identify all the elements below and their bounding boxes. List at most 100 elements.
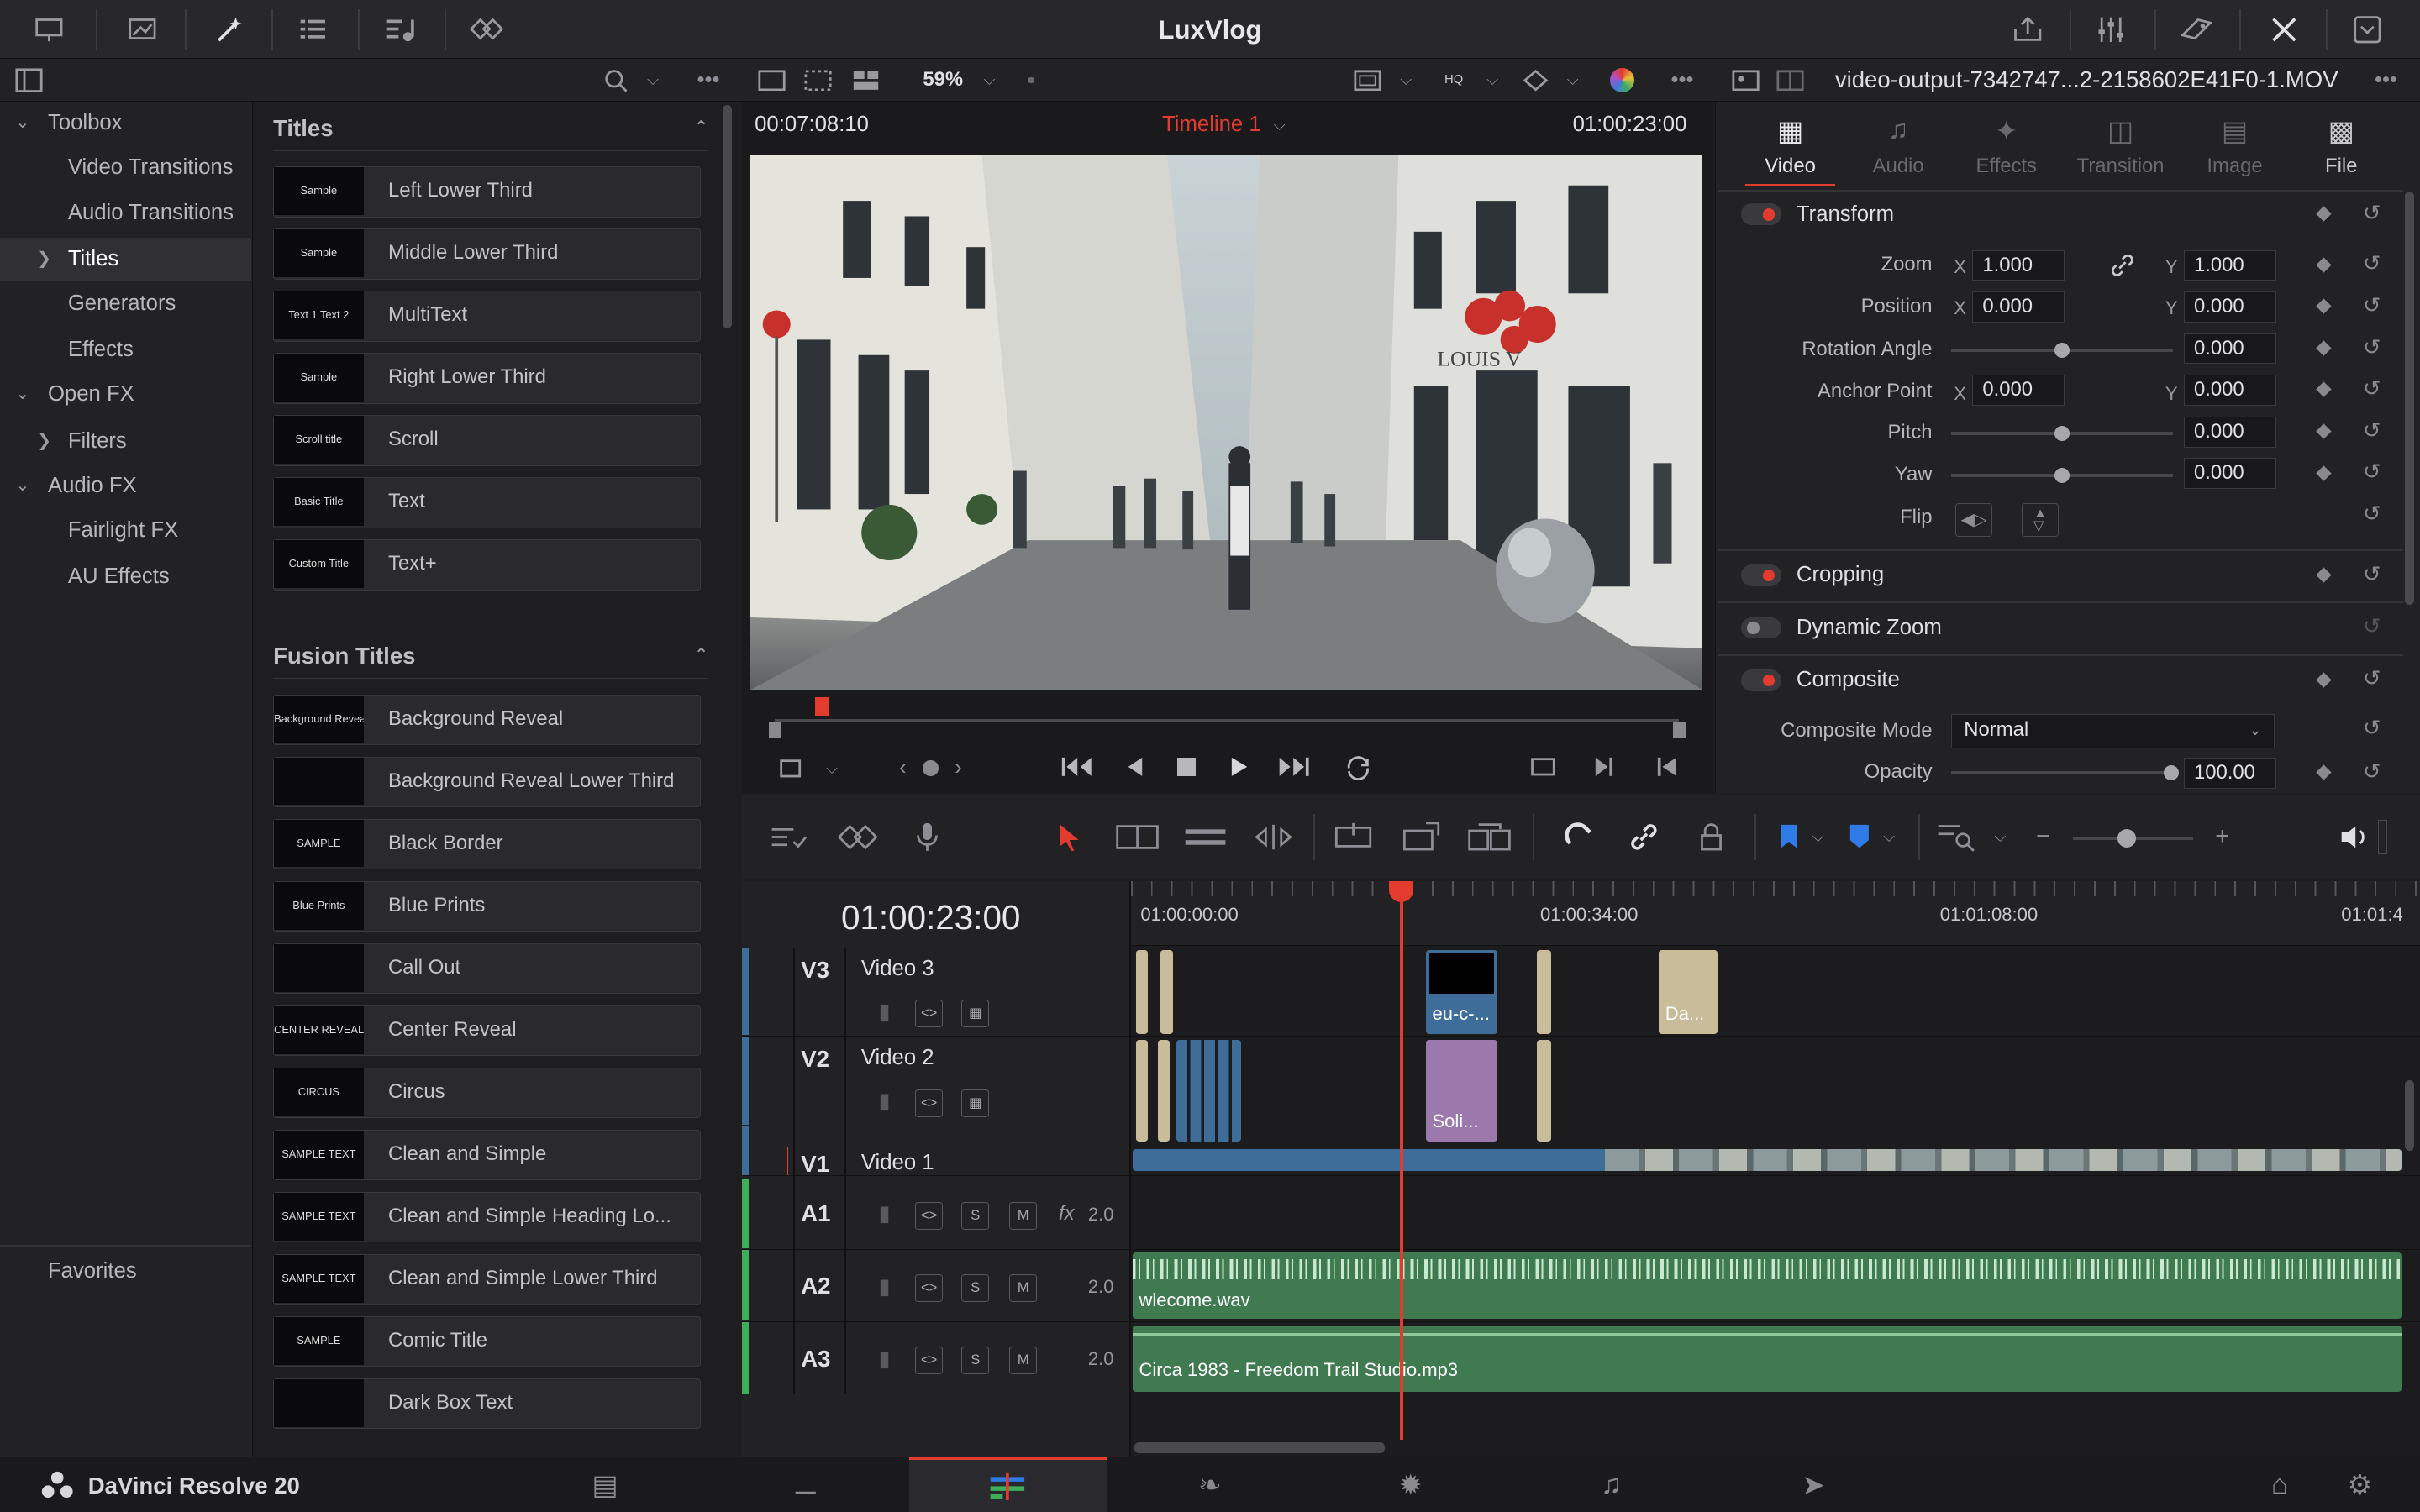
next-arrow-icon[interactable]: › xyxy=(948,753,970,784)
cropping-title[interactable]: Cropping xyxy=(1797,563,1884,587)
scrub-bar[interactable] xyxy=(775,718,1680,722)
chevron-down-icon[interactable]: ⌵ xyxy=(1989,820,2011,853)
trim-edit-icon[interactable] xyxy=(1113,820,1162,853)
reset-icon[interactable]: ↺ xyxy=(2363,251,2381,276)
titles-section-header[interactable]: Titles ⌃ xyxy=(273,105,709,151)
selection-cursor-icon[interactable] xyxy=(1051,820,1088,853)
yaw-field[interactable]: 0.000 xyxy=(2183,458,2277,490)
title-clip[interactable]: Da... xyxy=(1659,950,1718,1034)
mute-button[interactable]: M xyxy=(1009,1274,1038,1303)
stop-icon[interactable] xyxy=(1170,750,1203,784)
disable-track-icon[interactable]: ▦ xyxy=(961,1000,990,1028)
title-item[interactable]: Scroll title Scroll xyxy=(273,415,701,467)
flip-vertical-icon[interactable]: ▲ ▽ xyxy=(2022,502,2060,538)
deliver-page-icon[interactable]: ➤ xyxy=(1715,1457,1912,1512)
title-item[interactable]: Custom Title Text+ xyxy=(273,539,701,591)
chevron-down-icon[interactable]: ⌵ xyxy=(1269,113,1291,137)
main-video-clip[interactable] xyxy=(1133,1149,2402,1172)
dot-icon[interactable] xyxy=(923,760,939,776)
more-options-icon[interactable]: ••• xyxy=(2369,65,2402,96)
title-item[interactable]: Text 1 Text 2 MultiText xyxy=(273,291,701,342)
tab-file[interactable]: ▩ File xyxy=(2287,114,2396,178)
media-page-icon[interactable]: ▤ xyxy=(506,1457,703,1512)
tree-generators[interactable]: Generators xyxy=(0,282,251,325)
disable-track-icon[interactable]: ▦ xyxy=(961,1089,990,1117)
timeline-ruler[interactable]: 01:00:00:00 01:00:34:00 01:01:08:00 01:0… xyxy=(1131,880,2420,946)
zoom-y-field[interactable]: 1.000 xyxy=(2183,249,2277,281)
chevron-down-icon[interactable]: ⌵ xyxy=(1807,820,1829,853)
prev-edit-icon[interactable] xyxy=(1651,750,1682,784)
skip-end-icon[interactable] xyxy=(1275,750,1312,784)
hq-icon[interactable]: HQ xyxy=(1435,65,1472,96)
replace-clip-icon[interactable] xyxy=(1465,820,1514,853)
out-point-marker[interactable] xyxy=(1672,722,1686,738)
reset-icon[interactable]: ↺ xyxy=(2363,501,2381,527)
microphone-icon[interactable] xyxy=(909,820,946,853)
transform-title[interactable]: Transform xyxy=(1797,202,1894,227)
timeline-playhead[interactable] xyxy=(1399,887,1403,1440)
solid-color-clip[interactable]: Soli... xyxy=(1426,1039,1497,1142)
marker-icon[interactable] xyxy=(1844,820,1876,853)
inspector-icon[interactable] xyxy=(2264,13,2304,46)
effects-layer-icon[interactable] xyxy=(835,820,885,853)
tree-favorites[interactable]: Favorites xyxy=(0,1250,251,1293)
insert-clip-icon[interactable] xyxy=(1328,820,1378,853)
auto-select-icon[interactable]: <> xyxy=(915,1089,944,1117)
title-clip[interactable] xyxy=(1135,950,1149,1034)
title-item[interactable]: CENTER REVEAL Center Reveal xyxy=(273,1005,701,1057)
tab-video[interactable]: ▦ Video xyxy=(1736,114,1844,178)
layout-icon[interactable] xyxy=(849,65,882,96)
yaw-slider-knob[interactable] xyxy=(2054,467,2070,483)
reset-icon[interactable]: ↺ xyxy=(2363,614,2381,639)
search-icon[interactable] xyxy=(599,65,633,96)
chevron-down-icon[interactable]: ⌵ xyxy=(976,65,1003,96)
lock-icon[interactable]: ▮ xyxy=(872,1202,897,1226)
viewer-size-icon[interactable] xyxy=(1350,65,1384,96)
position-lock-icon[interactable] xyxy=(1693,820,1730,853)
link-icon[interactable] xyxy=(2108,253,2136,277)
mute-button[interactable]: M xyxy=(1009,1347,1038,1375)
inspector-scrollbar[interactable] xyxy=(2404,191,2414,605)
prev-arrow-icon[interactable]: ‹ xyxy=(892,753,914,784)
title-item[interactable]: Background Reveal Lower Third xyxy=(273,756,701,808)
color-page-icon[interactable]: ✹ xyxy=(1312,1457,1509,1512)
titles-scrollbar[interactable] xyxy=(722,104,732,329)
tree-video-transitions[interactable]: Video Transitions xyxy=(0,146,251,189)
dynamic-zoom-title[interactable]: Dynamic Zoom xyxy=(1797,616,1942,640)
loop-icon[interactable] xyxy=(1339,750,1376,784)
tree-filters[interactable]: ❯ Filters xyxy=(0,420,251,463)
auto-select-icon[interactable]: <> xyxy=(915,1347,944,1375)
lock-icon[interactable]: ▮ xyxy=(872,1089,897,1114)
composite-mode-select[interactable]: Normal ⌄ xyxy=(1950,714,2275,748)
reset-icon[interactable]: ↺ xyxy=(2363,376,2381,402)
lock-icon[interactable]: ▮ xyxy=(872,1274,897,1299)
opacity-slider[interactable] xyxy=(1950,771,2174,775)
tree-fairlight-fx[interactable]: Fairlight FX xyxy=(0,509,251,552)
cropping-toggle[interactable] xyxy=(1740,564,1781,586)
chevron-down-icon[interactable]: ⌵ xyxy=(1479,65,1507,96)
reset-icon[interactable]: ↺ xyxy=(2363,418,2381,444)
title-clip[interactable] xyxy=(1157,1039,1171,1142)
transform-toggle[interactable] xyxy=(1740,203,1781,226)
anchor-y-field[interactable]: 0.000 xyxy=(2183,375,2277,407)
audio-clip[interactable]: Circa 1983 - Freedom Trail Studio.mp3 xyxy=(1133,1325,2402,1392)
chevron-down-icon[interactable] xyxy=(2348,13,2388,46)
tree-titles[interactable]: ❯ Titles xyxy=(0,237,252,281)
timeline-hscrollbar[interactable] xyxy=(1134,1442,1385,1454)
title-item[interactable]: Call Out xyxy=(273,942,701,995)
in-point-marker[interactable] xyxy=(768,722,781,738)
chevron-down-icon[interactable]: ⌵ xyxy=(1878,820,1900,853)
timeline-vscrollbar[interactable] xyxy=(2404,1079,2414,1152)
tree-audio-transitions[interactable]: Audio Transitions xyxy=(0,192,251,234)
reset-icon[interactable]: ↺ xyxy=(2363,666,2381,691)
cut-page-icon[interactable]: ⚊ xyxy=(707,1457,904,1512)
more-options-icon[interactable]: ••• xyxy=(1665,65,1699,96)
zoom-timeline-icon[interactable] xyxy=(1933,820,1983,853)
video-clip[interactable]: eu-c-... xyxy=(1426,950,1497,1034)
panel-toggle-icon[interactable] xyxy=(13,65,46,96)
title-item[interactable]: Blue Prints Blue Prints xyxy=(273,880,701,932)
title-clip[interactable] xyxy=(1537,950,1551,1034)
color-wheel-icon[interactable] xyxy=(1609,67,1635,93)
metadata-icon[interactable] xyxy=(2176,13,2217,46)
reset-icon[interactable]: ↺ xyxy=(2363,293,2381,318)
